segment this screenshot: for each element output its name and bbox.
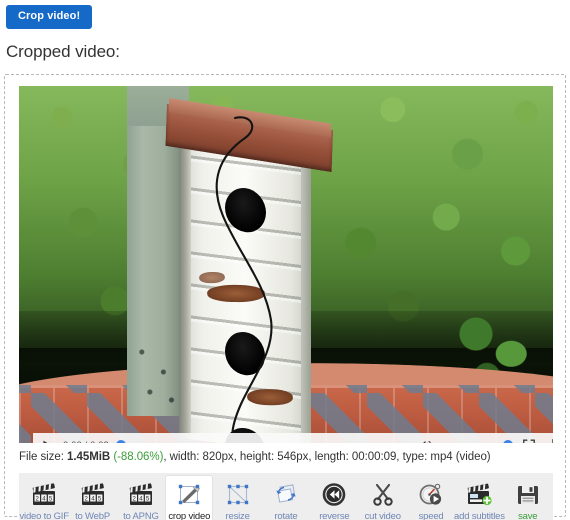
video-frame-image (19, 86, 553, 443)
wooden-post-weathering (131, 336, 185, 416)
editor-toolbar[interactable]: 2 4 5 video to GIF 2 4 5 to WebP 2 4 5 t… (19, 473, 553, 520)
tool-label: speed (418, 511, 444, 520)
tool-label: resize (225, 511, 250, 520)
tool-label: rotate (274, 511, 298, 520)
time-display: 0:00 / 0:09 (63, 440, 109, 444)
tool-rotate[interactable]: rotate (263, 476, 309, 520)
birdhouse-left-edge (179, 128, 191, 440)
tool-label: to WebP (75, 511, 110, 520)
video-player[interactable]: 0:00 / 0:09 (19, 86, 553, 443)
progress-slider[interactable] (116, 438, 410, 443)
tool-save[interactable]: save (505, 476, 551, 520)
download-icon[interactable] (544, 437, 553, 443)
clapperboard-icon: 2 4 5 (126, 480, 156, 510)
tool-label: save (518, 511, 538, 520)
birdhouse-right-edge (301, 142, 311, 443)
clapperboard-icon: 2 4 5 (29, 480, 59, 510)
tool-reverse[interactable]: reverse (311, 476, 357, 520)
tool-speed[interactable]: speed (408, 476, 454, 520)
floppy-disk-icon (513, 480, 543, 510)
tool-label: to APNG (123, 511, 159, 520)
speedometer-icon (416, 480, 446, 510)
tool-video-to-gif[interactable]: 2 4 5 video to GIF (19, 476, 70, 520)
tool-label: reverse (319, 511, 350, 520)
fullscreen-icon[interactable] (520, 437, 537, 443)
rotate-icon (271, 480, 301, 510)
tool-label: cut video (364, 511, 401, 520)
file-size-delta: (-88.06%) (113, 451, 164, 463)
clapperboard-icon: 2 4 5 (78, 480, 108, 510)
cropped-video-panel: 0:00 / 0:09 (4, 74, 566, 520)
volume-knob[interactable] (503, 440, 513, 443)
rust-stain-upper (206, 284, 266, 303)
crop-icon (174, 480, 204, 510)
file-info-rest: , width: 820px, height: 546px, length: 0… (163, 451, 491, 463)
rewind-icon (319, 480, 349, 510)
tool-cut-video[interactable]: cut video (360, 476, 406, 520)
video-editor-page: Crop video! Cropped video: File size: 1.… (0, 0, 570, 520)
play-icon[interactable] (39, 437, 56, 443)
tool-resize[interactable]: resize (214, 476, 260, 520)
volume-up-icon[interactable] (417, 437, 434, 443)
file-size-value: 1.45MiB (67, 451, 111, 463)
progress-knob[interactable] (116, 440, 126, 443)
resize-icon (223, 480, 253, 510)
tool-add-subtitles[interactable]: add subtitles (454, 476, 505, 520)
tool-label: video to GIF (19, 511, 70, 520)
file-info-prefix: File size: (19, 451, 68, 463)
page-title: Cropped video: (6, 42, 120, 61)
tool-label: add subtitles (454, 511, 505, 520)
scissors-icon (368, 480, 398, 510)
tool-crop-video[interactable]: crop video (166, 476, 213, 520)
plus-badge (482, 495, 493, 506)
tool-label: crop video (168, 511, 211, 520)
tool-to-apng[interactable]: 2 4 5 to APNG (118, 476, 164, 520)
crop-video-button[interactable]: Crop video! (6, 5, 93, 29)
volume-slider[interactable] (441, 438, 513, 443)
clapperboard-plus-icon (464, 480, 494, 510)
video-controls-bar[interactable]: 0:00 / 0:09 (33, 433, 553, 443)
birdhouse-body (179, 128, 311, 443)
file-info-line: File size: 1.45MiB (-88.06%), width: 820… (19, 451, 491, 463)
tool-to-webp[interactable]: 2 4 5 to WebP (69, 476, 115, 520)
